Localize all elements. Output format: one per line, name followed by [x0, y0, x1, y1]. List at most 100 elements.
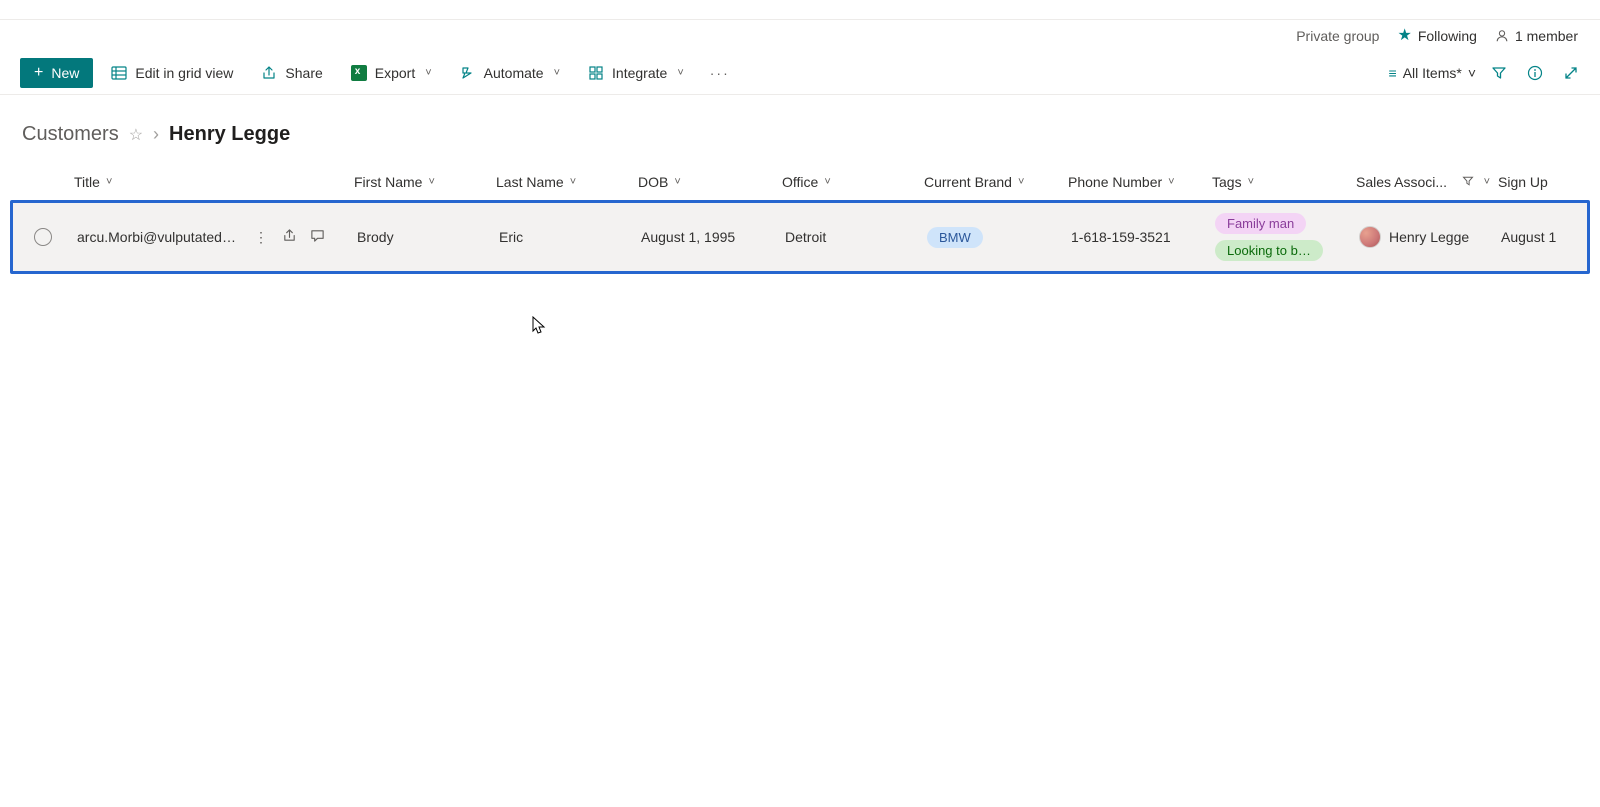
brand-pill: BMW — [927, 227, 983, 248]
person-chip: Henry Legge — [1359, 226, 1493, 248]
view-switcher[interactable]: ≡ All Items* ˅ — [1389, 65, 1476, 81]
table-row[interactable]: arcu.Morbi@vulputatedui... ⋮ Brody Eric … — [13, 203, 1587, 271]
edit-in-grid-label: Edit in grid view — [135, 65, 233, 81]
column-header-sign-up[interactable]: Sign Up — [1494, 174, 1600, 190]
chevron-down-icon: ˅ — [428, 176, 434, 188]
chevron-down-icon: ˅ — [1168, 176, 1174, 188]
share-icon — [261, 65, 277, 81]
column-header-label: Title — [74, 174, 100, 190]
breadcrumb: Customers ☆ › Henry Legge — [0, 95, 1600, 164]
command-bar: + New Edit in grid view Share Export ˅ A… — [0, 52, 1600, 95]
cell-first-name[interactable]: Brody — [353, 229, 495, 245]
chevron-down-icon: ˅ — [106, 176, 112, 188]
cell-sign-up[interactable]: August 1 — [1497, 229, 1600, 245]
column-header-title[interactable]: Title ˅ — [70, 174, 350, 190]
breadcrumb-separator-icon: › — [153, 124, 159, 145]
expand-icon — [1563, 65, 1579, 81]
plus-icon: + — [34, 64, 43, 82]
list-lines-icon: ≡ — [1389, 65, 1397, 81]
comment-icon — [310, 228, 325, 243]
list-table: Title ˅ First Name ˅ Last Name ˅ DOB ˅ O… — [0, 164, 1600, 274]
chevron-down-icon: ˅ — [1484, 176, 1490, 188]
column-header-sales-associate[interactable]: Sales Associ... ˅ — [1352, 174, 1494, 190]
tag-pill: Looking to buy s... — [1215, 240, 1323, 261]
members-label: 1 member — [1515, 28, 1578, 44]
column-header-first-name[interactable]: First Name ˅ — [350, 174, 492, 190]
export-button[interactable]: Export ˅ — [341, 59, 442, 87]
more-commands-button[interactable]: ··· — [702, 59, 738, 87]
column-header-label: Phone Number — [1068, 174, 1162, 190]
integrate-label: Integrate — [612, 65, 667, 81]
row-share-button[interactable] — [280, 228, 298, 246]
breadcrumb-current: Henry Legge — [169, 123, 290, 146]
column-header-dob[interactable]: DOB ˅ — [634, 174, 778, 190]
column-header-tags[interactable]: Tags ˅ — [1208, 174, 1352, 190]
chevron-down-icon: ˅ — [674, 176, 680, 188]
grid-icon — [111, 65, 127, 81]
column-header-last-name[interactable]: Last Name ˅ — [492, 174, 634, 190]
view-switcher-label: All Items* — [1403, 65, 1462, 81]
integrate-button[interactable]: Integrate ˅ — [578, 59, 694, 87]
column-header-label: Office — [782, 174, 818, 190]
chevron-down-icon: ˅ — [1018, 176, 1024, 188]
info-icon — [1527, 65, 1543, 81]
selected-row-highlight: arcu.Morbi@vulputatedui... ⋮ Brody Eric … — [10, 200, 1590, 274]
column-header-label: DOB — [638, 174, 668, 190]
cell-last-name[interactable]: Eric — [495, 229, 637, 245]
automate-button[interactable]: Automate ˅ — [450, 59, 570, 87]
chevron-down-icon: ˅ — [554, 67, 560, 79]
chevron-down-icon: ˅ — [1248, 176, 1254, 188]
cell-title[interactable]: arcu.Morbi@vulputatedui... ⋮ — [73, 228, 353, 246]
share-label: Share — [285, 65, 322, 81]
top-divider — [0, 0, 1600, 20]
column-header-label: First Name — [354, 174, 422, 190]
row-more-button[interactable]: ⋮ — [252, 229, 270, 246]
chevron-down-icon: ˅ — [677, 67, 683, 79]
chevron-down-icon: ˅ — [1468, 65, 1476, 81]
new-button-label: New — [51, 65, 79, 81]
breadcrumb-root[interactable]: Customers — [22, 123, 119, 146]
table-header-row: Title ˅ First Name ˅ Last Name ˅ DOB ˅ O… — [10, 164, 1590, 200]
expand-button[interactable] — [1562, 64, 1580, 82]
column-header-label: Last Name — [496, 174, 564, 190]
share-icon — [282, 228, 297, 243]
mouse-cursor-icon — [532, 316, 546, 336]
tag-pill: Family man — [1215, 213, 1306, 234]
cell-tags[interactable]: Family man Looking to buy s... — [1211, 205, 1355, 269]
filter-button[interactable] — [1490, 64, 1508, 82]
cell-dob[interactable]: August 1, 1995 — [637, 229, 781, 245]
favorite-star-button[interactable]: ☆ — [129, 125, 143, 145]
members-link[interactable]: 1 member — [1495, 28, 1578, 44]
person-name: Henry Legge — [1389, 229, 1469, 245]
edit-in-grid-button[interactable]: Edit in grid view — [101, 59, 243, 87]
checkbox-circle-icon[interactable] — [34, 228, 52, 246]
avatar — [1359, 226, 1381, 248]
column-header-label: Tags — [1212, 174, 1242, 190]
column-header-label: Sign Up — [1498, 174, 1548, 190]
filter-icon — [1491, 65, 1507, 81]
column-header-label: Current Brand — [924, 174, 1012, 190]
column-header-phone[interactable]: Phone Number ˅ — [1064, 174, 1208, 190]
new-button[interactable]: + New — [20, 58, 93, 88]
chevron-down-icon: ˅ — [570, 176, 576, 188]
column-filter-icon[interactable] — [1462, 175, 1474, 190]
row-select-cell[interactable] — [13, 228, 73, 246]
cell-current-brand[interactable]: BMW — [923, 227, 1067, 248]
share-button[interactable]: Share — [251, 59, 332, 87]
column-header-label: Sales Associ... — [1356, 174, 1447, 190]
cell-sales-associate[interactable]: Henry Legge — [1355, 226, 1497, 248]
row-comment-button[interactable] — [308, 228, 326, 246]
site-header-meta: Private group ★ Following 1 member — [0, 20, 1600, 52]
cell-phone[interactable]: 1-618-159-3521 — [1067, 229, 1211, 245]
column-header-office[interactable]: Office ˅ — [778, 174, 920, 190]
command-bar-right-icons — [1490, 64, 1580, 82]
info-button[interactable] — [1526, 64, 1544, 82]
automate-label: Automate — [484, 65, 544, 81]
group-type-label: Private group — [1296, 28, 1379, 44]
star-filled-icon: ★ — [1397, 28, 1411, 44]
cell-office[interactable]: Detroit — [781, 229, 923, 245]
following-toggle[interactable]: ★ Following — [1397, 28, 1476, 44]
integrate-icon — [588, 65, 604, 81]
column-header-current-brand[interactable]: Current Brand ˅ — [920, 174, 1064, 190]
flow-icon — [460, 65, 476, 81]
